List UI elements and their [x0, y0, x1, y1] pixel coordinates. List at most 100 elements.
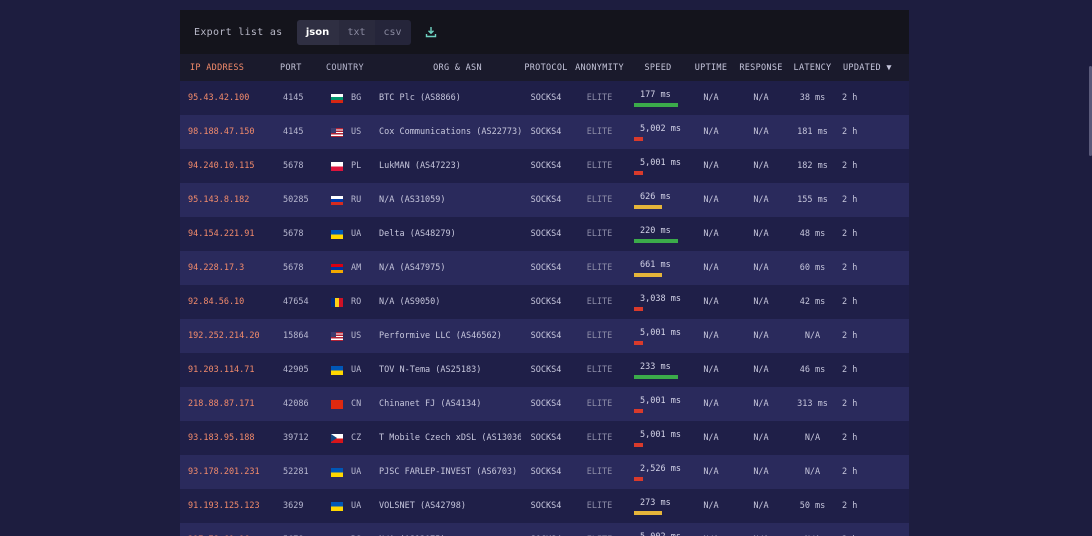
country: UA — [316, 501, 379, 511]
table-row[interactable]: 218.88.87.171 42086 CN Chinanet FJ (AS4134)… — [180, 387, 909, 421]
org-asn: Chinanet FJ (AS4134) — [379, 399, 482, 409]
country-flag-icon — [331, 365, 351, 375]
uptime: N/A — [703, 399, 719, 409]
ip-address[interactable]: 92.84.56.10 — [180, 297, 271, 307]
country-flag-icon — [331, 331, 351, 341]
protocol: SOCKS4 — [530, 195, 562, 205]
format-txt-button[interactable]: txt — [338, 19, 375, 45]
table-row[interactable]: 91.193.125.123 3629 UA VOLSNET (AS42798) SOC… — [180, 489, 909, 523]
ip-address[interactable]: 94.228.17.3 — [180, 263, 271, 273]
protocol: SOCKS4 — [530, 331, 562, 341]
uptime: N/A — [703, 127, 719, 137]
country: UA — [316, 365, 379, 375]
country: BG — [316, 93, 379, 103]
ip-address[interactable]: 91.193.125.123 — [180, 501, 271, 511]
col-uptime-header[interactable]: UPTIME — [688, 63, 734, 73]
ip-address[interactable]: 192.252.214.20 — [180, 331, 271, 341]
country: UA — [316, 229, 379, 239]
table-row[interactable]: 95.143.8.182 50285 RU N/A (AS31059) SOCKS4 EL… — [180, 183, 909, 217]
speed-value: 5,001 ms — [640, 157, 681, 168]
port: 47654 — [283, 297, 309, 307]
table-row[interactable]: 92.84.56.10 47654 RO N/A (AS9050) SOCKS4 ELIT… — [180, 285, 909, 319]
table-row[interactable]: 94.154.221.91 5678 UA Delta (AS48279) SOCKS4… — [180, 217, 909, 251]
format-selector: json txt csv — [296, 19, 411, 45]
table-row[interactable]: 94.228.17.3 5678 AM N/A (AS47975) SOCKS4 ELIT… — [180, 251, 909, 285]
port: 39712 — [283, 433, 309, 443]
ip-address[interactable]: 91.203.114.71 — [180, 365, 271, 375]
port: 15864 — [283, 331, 309, 341]
ip-address[interactable]: 98.188.47.150 — [180, 127, 271, 137]
country-code: RU — [351, 195, 362, 205]
org-asn: VOLSNET (AS42798) — [379, 501, 466, 511]
format-csv-button[interactable]: csv — [375, 20, 411, 45]
col-country-header[interactable]: COUNTRY — [316, 63, 379, 73]
country-code: CZ — [351, 433, 362, 443]
ip-address[interactable]: 94.240.10.115 — [180, 161, 271, 171]
table-row[interactable]: 95.43.42.100 4145 BG BTC Plc (AS8866) SOCKS4… — [180, 81, 909, 115]
speed-value: 177 ms — [640, 89, 671, 100]
speed-bar — [634, 442, 643, 447]
country: CN — [316, 399, 379, 409]
uptime: N/A — [703, 93, 719, 103]
ip-address[interactable]: 94.154.221.91 — [180, 229, 271, 239]
table-row[interactable]: 94.240.10.115 5678 PL LukMAN (AS47223) SOCKS… — [180, 149, 909, 183]
anonymity: ELITE — [586, 297, 613, 307]
anonymity: ELITE — [586, 161, 613, 171]
org-asn: LukMAN (AS47223) — [379, 161, 461, 171]
latency: N/A — [804, 467, 821, 477]
col-org-header[interactable]: ORG & ASN — [379, 63, 521, 73]
ip-address[interactable]: 218.88.87.171 — [180, 399, 271, 409]
port: 4145 — [283, 93, 304, 103]
latency: 42 ms — [799, 297, 826, 307]
speed-bar — [634, 408, 643, 413]
col-protocol-header[interactable]: PROTOCOL — [521, 63, 571, 73]
table-row[interactable]: 217.78.61.965678RSN/A (AS13075)SOCKS4ELI… — [180, 523, 909, 536]
org-asn: BTC Plc (AS8866) — [379, 93, 461, 103]
latency: N/A — [804, 433, 821, 443]
table-row[interactable]: 91.203.114.71 42905 UA TOV N-Tema (AS25183)… — [180, 353, 909, 387]
table-row[interactable]: 192.252.214.20 15864 US Performive LLC (AS4… — [180, 319, 909, 353]
speed-value: 661 ms — [640, 259, 671, 270]
country-code: AM — [351, 263, 362, 273]
ip-address[interactable]: 93.178.201.231 — [180, 467, 271, 477]
table-row[interactable]: 93.183.95.188 39712 CZ T Mobile Czech xDSL … — [180, 421, 909, 455]
col-updated-header[interactable]: UPDATED ▼ — [837, 63, 897, 73]
speed-value: 5,002 ms — [640, 532, 681, 536]
anonymity: ELITE — [586, 127, 613, 137]
table-row[interactable]: 93.178.201.231 52281 UA PJSC FARLEP-INVEST … — [180, 455, 909, 489]
speed-value: 220 ms — [640, 225, 671, 236]
speed: 5,002 ms — [628, 124, 688, 141]
org-asn: Delta (AS48279) — [379, 229, 456, 239]
col-anonymity-header[interactable]: ANONYMITY — [571, 63, 628, 73]
speed-value: 5,002 ms — [640, 123, 681, 134]
port: 42086 — [283, 399, 309, 409]
table-body: 95.43.42.100 4145 BG BTC Plc (AS8866) SOCKS4… — [180, 81, 909, 536]
updated: 2 h — [842, 501, 858, 511]
table-row[interactable]: 98.188.47.150 4145 US Cox Communications (A… — [180, 115, 909, 149]
format-json-button[interactable]: json — [296, 19, 339, 45]
updated: 2 h — [842, 297, 858, 307]
col-ip-header[interactable]: IP ADDRESS — [180, 63, 271, 73]
country-flag-icon — [331, 229, 351, 239]
ip-address[interactable]: 95.43.42.100 — [180, 93, 271, 103]
col-response-header[interactable]: RESPONSE — [734, 63, 788, 73]
org-asn: T Mobile Czech xDSL (AS13036) — [379, 433, 521, 443]
speed: 5,001 ms — [628, 396, 688, 413]
country-code: UA — [351, 365, 362, 375]
ip-address[interactable]: 93.183.95.188 — [180, 433, 271, 443]
updated: 2 h — [842, 229, 858, 239]
country: RU — [316, 195, 379, 205]
updated: 2 h — [842, 93, 858, 103]
col-port-header[interactable]: PORT — [271, 63, 316, 73]
protocol: SOCKS4 — [530, 127, 562, 137]
response: N/A — [753, 433, 769, 443]
speed: 3,038 ms — [628, 294, 688, 311]
col-latency-header[interactable]: LATENCY — [788, 63, 837, 73]
country-code: UA — [351, 467, 362, 477]
ip-address[interactable]: 95.143.8.182 — [180, 195, 271, 205]
speed-value: 5,001 ms — [640, 395, 681, 406]
col-speed-header[interactable]: SPEED — [628, 63, 688, 73]
download-button[interactable] — [423, 24, 439, 40]
anonymity: ELITE — [586, 365, 613, 375]
speed-value: 5,001 ms — [640, 429, 681, 440]
